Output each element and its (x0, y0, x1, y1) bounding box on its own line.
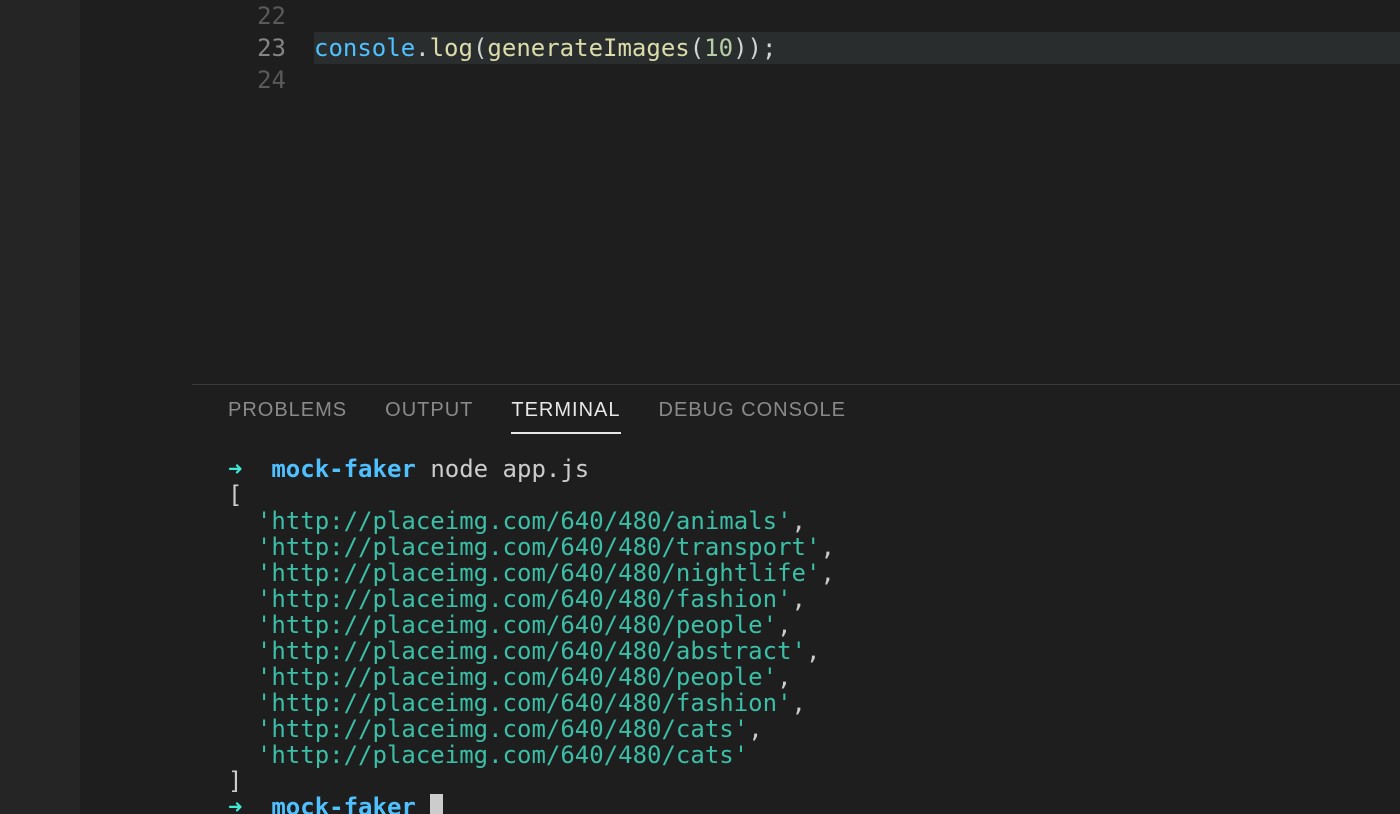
output-item: 'http://placeimg.com/640/480/fashion' (257, 585, 792, 613)
code-token: log (430, 34, 473, 62)
app-root: 22 23 24 console.log(generateImages(10))… (0, 0, 1400, 814)
prompt-dir: mock-faker (271, 455, 416, 483)
code-token: generateImages (487, 34, 689, 62)
output-item: 'http://placeimg.com/640/480/cats' (257, 741, 748, 769)
output-comma: , (777, 663, 791, 691)
editor-gutter: 22 23 24 (192, 0, 314, 384)
output-item: 'http://placeimg.com/640/480/abstract' (257, 637, 806, 665)
code-line[interactable]: console.log(generateImages(10)); (314, 32, 1400, 64)
bottom-panel: PROBLEMS OUTPUT TERMINAL DEBUG CONSOLE ➜… (192, 384, 1400, 814)
output-comma: , (792, 585, 806, 613)
output-item: 'http://placeimg.com/640/480/fashion' (257, 689, 792, 717)
code-token: console (314, 34, 415, 62)
output-comma: , (748, 715, 762, 743)
tab-problems[interactable]: PROBLEMS (228, 399, 347, 434)
output-comma: , (792, 507, 806, 535)
code-token: ( (690, 34, 704, 62)
code-token: 10 (704, 34, 733, 62)
output-item: 'http://placeimg.com/640/480/people' (257, 611, 777, 639)
output-comma: , (806, 637, 820, 665)
output-item: 'http://placeimg.com/640/480/animals' (257, 507, 792, 535)
output-item: 'http://placeimg.com/640/480/transport' (257, 533, 821, 561)
code-token: . (415, 34, 429, 62)
terminal-cursor (430, 794, 443, 814)
output-comma: , (777, 611, 791, 639)
main-area: 22 23 24 console.log(generateImages(10))… (192, 0, 1400, 814)
output-item: 'http://placeimg.com/640/480/people' (257, 663, 777, 691)
code-token: )); (733, 34, 776, 62)
output-close-bracket: ] (228, 767, 242, 795)
prompt-dir: mock-faker (271, 793, 416, 814)
prompt-arrow-icon: ➜ (228, 793, 242, 814)
line-number: 22 (192, 0, 314, 32)
line-number: 24 (192, 64, 314, 96)
panel-tabs: PROBLEMS OUTPUT TERMINAL DEBUG CONSOLE (192, 385, 1400, 434)
output-item: 'http://placeimg.com/640/480/nightlife' (257, 559, 821, 587)
activity-bar (0, 0, 80, 814)
editor-pane[interactable]: 22 23 24 console.log(generateImages(10))… (192, 0, 1400, 384)
prompt-arrow-icon: ➜ (228, 455, 242, 483)
output-comma: , (792, 689, 806, 717)
prompt-command: node app.js (430, 455, 589, 483)
tab-terminal[interactable]: TERMINAL (511, 399, 620, 434)
code-line[interactable] (314, 64, 1400, 96)
output-comma: , (820, 559, 834, 587)
terminal-body[interactable]: ➜ mock-faker node app.js [ 'http://place… (192, 434, 1400, 814)
tab-debug-console[interactable]: DEBUG CONSOLE (659, 399, 846, 434)
output-open-bracket: [ (228, 481, 242, 509)
output-comma: , (820, 533, 834, 561)
line-number: 23 (192, 32, 314, 64)
output-item: 'http://placeimg.com/640/480/cats' (257, 715, 748, 743)
code-area[interactable]: console.log(generateImages(10)); (314, 0, 1400, 384)
sidebar (80, 0, 192, 814)
code-token: ( (473, 34, 487, 62)
code-line[interactable] (314, 0, 1400, 32)
tab-output[interactable]: OUTPUT (385, 399, 473, 434)
